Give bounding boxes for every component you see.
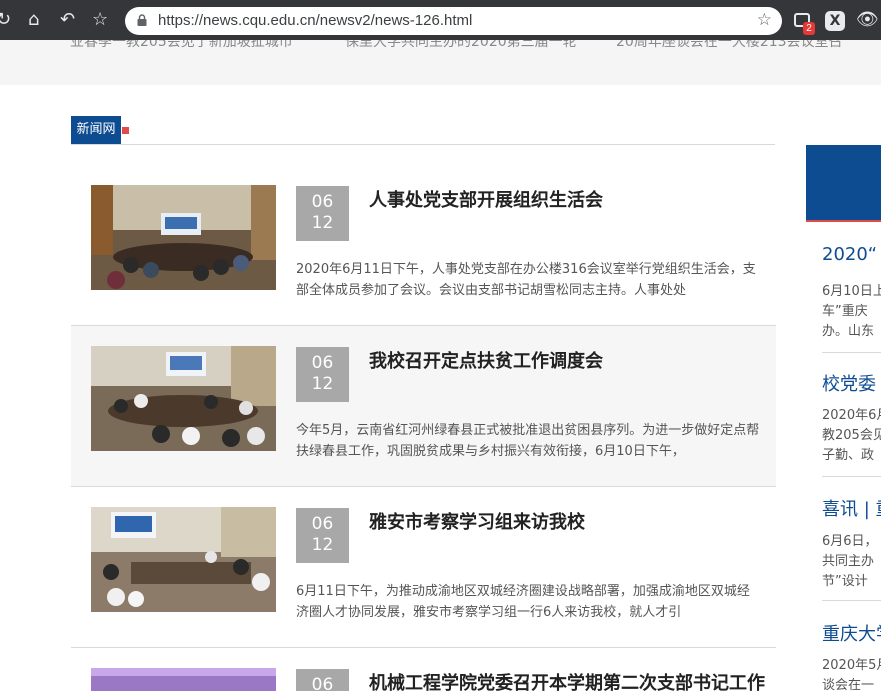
sidebar-line: 节”设计 xyxy=(822,574,868,589)
news-title[interactable]: 机械工程学院党委召开本学期第二次支部书记工作 xyxy=(369,669,765,695)
sidebar-line: 6月6日， xyxy=(822,534,878,549)
lock-icon xyxy=(137,14,147,26)
sidebar-line: 共同主办 xyxy=(822,554,875,569)
news-date: 06 12 xyxy=(296,347,349,402)
news-item[interactable]: 06 12 人事处党支部开展组织生活会 2020年6月11日下午，人事处党支部在… xyxy=(71,165,776,326)
ticker-item[interactable]: 保里大学共同主办的2020第三届一轮 xyxy=(345,40,577,51)
sidebar-headline[interactable]: 重庆大学 xyxy=(822,620,881,646)
news-date: 06 xyxy=(296,669,349,695)
browser-toolbar: ↻ ⌂ ↶ ☆ https://news.cqu.edu.cn/newsv2/n… xyxy=(0,0,881,40)
news-day: 12 xyxy=(311,374,334,394)
ticker-item[interactable]: 业春季一教205会见了新加坡扯城市 xyxy=(70,40,293,51)
news-thumbnail[interactable] xyxy=(91,185,276,290)
news-month: 06 xyxy=(311,514,334,534)
reload-icon[interactable]: ↻ xyxy=(0,10,11,30)
news-ticker: 业春季一教205会见了新加坡扯城市 保里大学共同主办的2020第三届一轮 20周… xyxy=(0,40,881,85)
bookmark-star-icon[interactable]: ☆ xyxy=(757,10,772,30)
sidebar-line: 车”重庆 xyxy=(822,304,868,319)
sidebar-banner[interactable] xyxy=(806,145,881,220)
ticker-item[interactable]: 20周年座谈会在一大楼213会议室召 xyxy=(616,40,843,51)
extension-icon[interactable]: 2 xyxy=(794,11,815,35)
news-month: 06 xyxy=(311,192,334,212)
extension-x-icon[interactable]: X xyxy=(825,11,845,31)
section-divider xyxy=(71,144,775,145)
news-summary: 今年5月，云南省红河州绿春县正式被批准退出贫困县序列。为进一步做好定点帮扶绿春县… xyxy=(296,423,760,459)
news-item[interactable]: 06 12 我校召开定点扶贫工作调度会 今年5月，云南省红河州绿春县正式被批准退… xyxy=(71,326,776,487)
news-date: 06 12 xyxy=(296,508,349,563)
sidebar-headline[interactable]: 校党委 xyxy=(822,370,881,396)
sidebar-divider xyxy=(822,476,881,477)
news-date: 06 12 xyxy=(296,186,349,241)
sidebar-headline[interactable]: 喜讯 | 重 xyxy=(822,495,881,521)
extension-badge: 2 xyxy=(803,22,815,35)
news-item[interactable]: 06 12 雅安市考察学习组来访我校 6月11日下午，为推动成渝地区双城经济圈建… xyxy=(71,487,776,648)
sidebar-headline[interactable]: 2020“ xyxy=(822,244,881,265)
news-month: 06 xyxy=(311,675,334,695)
bookmarks-star-icon[interactable]: ☆ xyxy=(92,10,108,30)
sidebar-line: 子勤、政 xyxy=(822,448,875,463)
news-thumbnail[interactable] xyxy=(91,346,276,451)
section-accent xyxy=(122,127,129,134)
news-day: 12 xyxy=(311,213,334,233)
sidebar-line: 教205会见 xyxy=(822,428,881,443)
sidebar-line: 办。山东 xyxy=(822,324,875,339)
news-month: 06 xyxy=(311,353,334,373)
news-day: 12 xyxy=(311,535,334,555)
sidebar-line: 2020年5月 xyxy=(822,658,881,673)
back-icon[interactable]: ↶ xyxy=(60,10,75,30)
news-title[interactable]: 人事处党支部开展组织生活会 xyxy=(369,186,603,212)
sidebar-line: 谈会在一 xyxy=(822,678,875,693)
news-thumbnail[interactable] xyxy=(91,507,276,612)
news-summary: 2020年6月11日下午，人事处党支部在办公楼316会议室举行党组织生活会，支部… xyxy=(296,262,756,298)
url-text[interactable]: https://news.cqu.edu.cn/newsv2/news-126.… xyxy=(158,12,472,29)
sidebar-line: 6月10日上 xyxy=(822,284,881,299)
section-tag[interactable]: 新闻网 xyxy=(71,116,121,144)
news-item[interactable]: 06 机械工程学院党委召开本学期第二次支部书记工作 xyxy=(71,648,776,695)
address-bar[interactable]: https://news.cqu.edu.cn/newsv2/news-126.… xyxy=(125,7,782,35)
sidebar-banner-accent xyxy=(806,220,881,222)
news-summary: 6月11日下午，为推动成渝地区双城经济圈建设战略部署，加强成渝地区双城经济圈人才… xyxy=(296,584,750,620)
home-icon[interactable]: ⌂ xyxy=(28,10,39,30)
eye-icon[interactable]: 👁 xyxy=(856,9,879,30)
sidebar-line: 2020年6月 xyxy=(822,408,881,423)
news-title[interactable]: 雅安市考察学习组来访我校 xyxy=(369,508,585,534)
news-title[interactable]: 我校召开定点扶贫工作调度会 xyxy=(369,347,603,373)
sidebar-divider xyxy=(822,600,881,601)
news-thumbnail[interactable] xyxy=(91,668,276,691)
sidebar-divider xyxy=(822,352,881,353)
